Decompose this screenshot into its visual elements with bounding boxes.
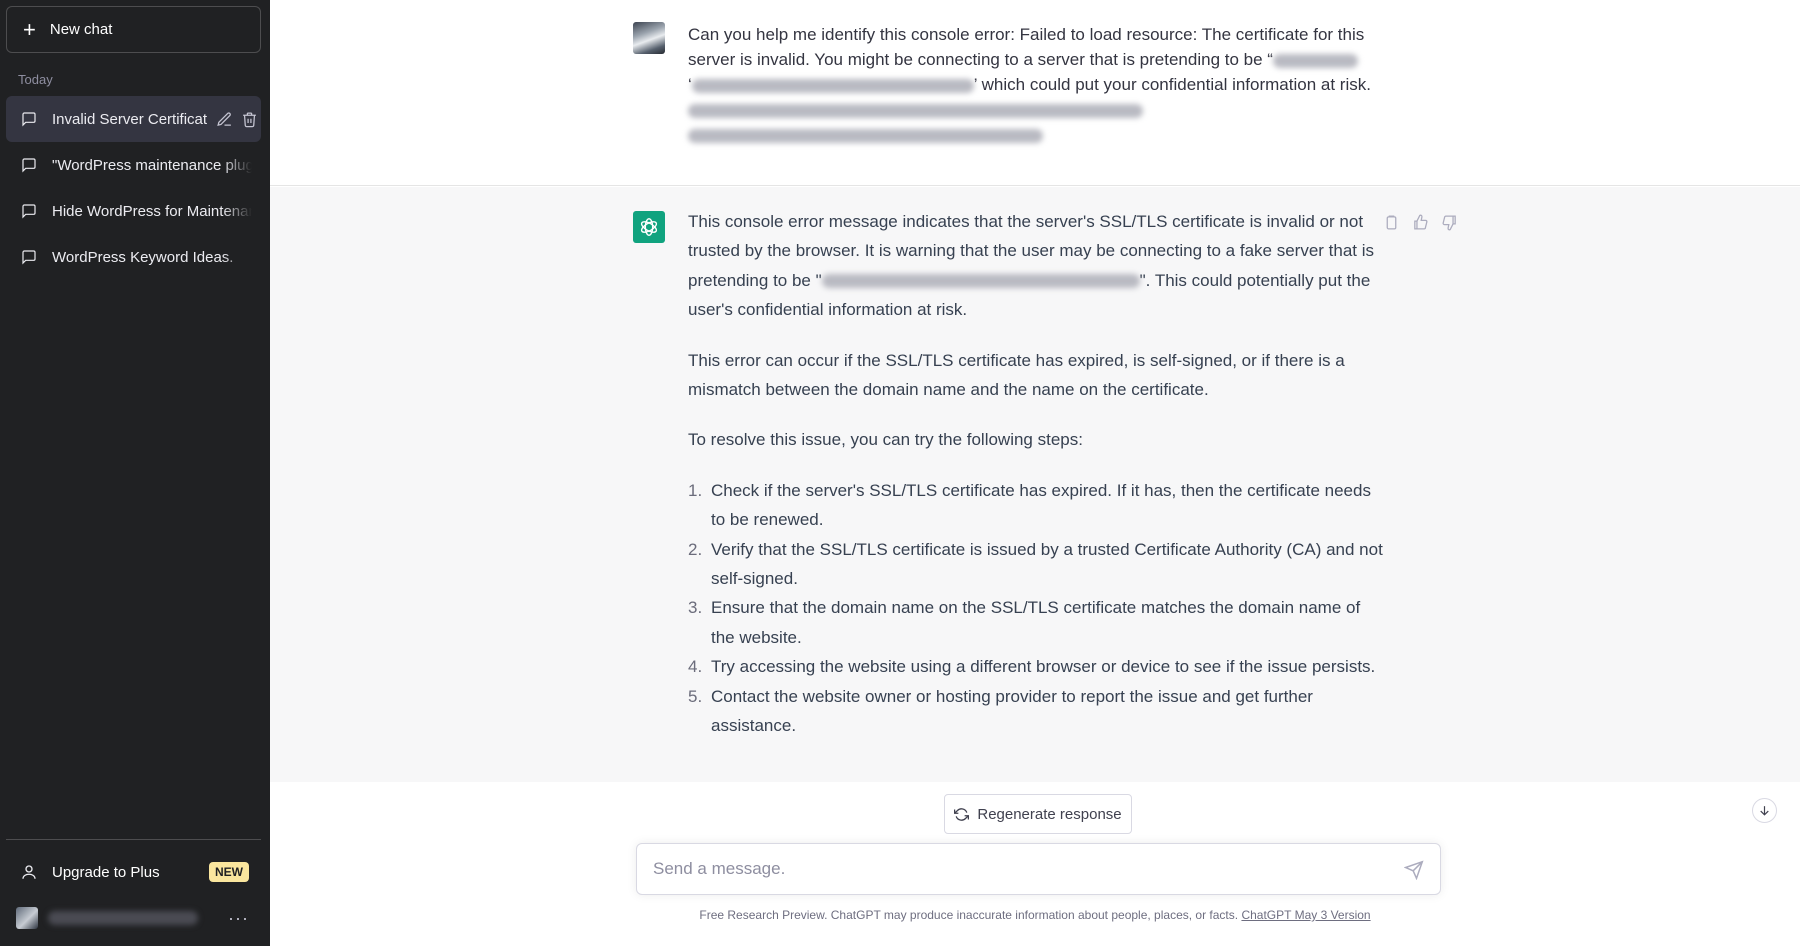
list-number: 4. bbox=[688, 657, 703, 677]
chat-bubble-icon bbox=[22, 112, 36, 127]
thumbs-down-icon[interactable] bbox=[1441, 214, 1458, 231]
new-chat-label: New chat bbox=[49, 21, 113, 38]
account-menu[interactable]: ··· bbox=[6, 898, 261, 938]
list-item: 5. Contact the website owner or hosting p… bbox=[688, 682, 1383, 741]
list-number: 5. bbox=[688, 686, 703, 706]
new-badge: NEW bbox=[209, 862, 249, 882]
redacted-text bbox=[1272, 53, 1358, 68]
list-number: 2. bbox=[688, 539, 703, 559]
list-item-text: Contact the website owner or hosting pro… bbox=[711, 686, 1313, 736]
user-message-part2: ’ which could put your confidential info… bbox=[973, 75, 1371, 94]
chat-main: Can you help me identify this console er… bbox=[270, 0, 1800, 946]
list-item-text: Check if the server's SSL/TLS certificat… bbox=[711, 480, 1371, 530]
sidebar: + New chat Today Invalid Server Certific… bbox=[0, 0, 270, 946]
version-link[interactable]: ChatGPT May 3 Version bbox=[1241, 908, 1370, 922]
sidebar-item-label: Invalid Server Certificat bbox=[52, 110, 208, 128]
trash-icon[interactable] bbox=[241, 111, 258, 128]
list-number: 3. bbox=[688, 598, 703, 618]
sidebar-item-wordpress-keyword-ideas[interactable]: WordPress Keyword Ideas. bbox=[6, 234, 261, 280]
user-icon bbox=[22, 865, 36, 879]
paper-plane-icon[interactable] bbox=[1404, 860, 1424, 880]
assistant-paragraph: This error can occur if the SSL/TLS cert… bbox=[688, 350, 1345, 400]
user-message-row: Can you help me identify this console er… bbox=[270, 0, 1800, 186]
avatar bbox=[16, 907, 38, 929]
message-actions bbox=[1383, 214, 1458, 231]
assistant-message-row: This console error message indicates tha… bbox=[270, 187, 1800, 782]
sidebar-item-label: Hide WordPress for Maintenance bbox=[52, 202, 252, 220]
refresh-icon bbox=[954, 807, 970, 821]
sidebar-item-hide-wordpress[interactable]: Hide WordPress for Maintenance bbox=[6, 188, 261, 234]
list-item: 1. Check if the server's SSL/TLS certific… bbox=[688, 476, 1383, 535]
plus-icon: + bbox=[23, 16, 36, 42]
list-item: 3. Ensure that the domain name on the SSL… bbox=[688, 593, 1383, 652]
chat-bubble-icon bbox=[22, 158, 36, 173]
openai-logo-icon bbox=[633, 211, 665, 243]
user-message-text: Can you help me identify this console er… bbox=[688, 22, 1378, 147]
assistant-paragraph: This console error message indicates tha… bbox=[688, 207, 1383, 325]
sidebar-divider bbox=[6, 839, 261, 840]
sidebar-item-wordpress-maintenance-plugin[interactable]: "WordPress maintenance plugin bbox=[6, 142, 261, 188]
account-name-redacted bbox=[48, 911, 198, 925]
assistant-paragraph: To resolve this issue, you can try the f… bbox=[688, 430, 1083, 450]
assistant-message-text: This console error message indicates tha… bbox=[688, 207, 1383, 741]
list-item: 4. Try accessing the website using a diff… bbox=[688, 652, 1383, 681]
sidebar-item-label: "WordPress maintenance plugin bbox=[52, 156, 252, 174]
upgrade-to-plus-button[interactable]: Upgrade to Plus NEW bbox=[6, 852, 261, 892]
list-number: 1. bbox=[688, 480, 703, 500]
chat-bubble-icon bbox=[22, 204, 36, 219]
redacted-text bbox=[688, 128, 1043, 143]
redacted-text bbox=[691, 78, 974, 93]
list-item-text: Ensure that the domain name on the SSL/T… bbox=[711, 598, 1361, 647]
thumbs-up-icon[interactable] bbox=[1412, 214, 1429, 231]
message-input[interactable] bbox=[636, 843, 1441, 895]
footer-text: Free Research Preview. ChatGPT may produ… bbox=[699, 908, 1242, 922]
user-avatar bbox=[633, 22, 665, 54]
arrow-down-icon bbox=[1760, 806, 1769, 816]
footer-disclaimer: Free Research Preview. ChatGPT may produ… bbox=[270, 908, 1800, 922]
new-chat-button[interactable]: + New chat bbox=[6, 6, 261, 53]
history-section-label: Today bbox=[18, 72, 53, 87]
list-item-text: Verify that the SSL/TLS certificate is i… bbox=[711, 539, 1383, 589]
sidebar-item-label: WordPress Keyword Ideas. bbox=[52, 248, 234, 266]
user-message-part1: Can you help me identify this console er… bbox=[688, 25, 1365, 69]
clipboard-icon[interactable] bbox=[1383, 214, 1400, 231]
upgrade-label: Upgrade to Plus bbox=[52, 863, 160, 881]
chat-bubble-icon bbox=[22, 250, 36, 265]
steps-list: 1. Check if the server's SSL/TLS certific… bbox=[688, 476, 1383, 741]
regenerate-response-button[interactable]: Regenerate response bbox=[944, 794, 1132, 834]
list-item: 2. Verify that the SSL/TLS certificate is… bbox=[688, 535, 1383, 594]
more-options-icon[interactable]: ··· bbox=[228, 908, 249, 929]
list-item-text: Try accessing the website using a differ… bbox=[711, 657, 1376, 677]
scroll-to-bottom-button[interactable] bbox=[1752, 798, 1777, 823]
sidebar-item-invalid-server-certificate[interactable]: Invalid Server Certificat bbox=[6, 96, 261, 142]
pencil-icon[interactable] bbox=[216, 111, 233, 128]
redacted-text bbox=[821, 274, 1140, 289]
regenerate-label: Regenerate response bbox=[977, 805, 1122, 823]
redacted-text bbox=[688, 103, 1143, 118]
